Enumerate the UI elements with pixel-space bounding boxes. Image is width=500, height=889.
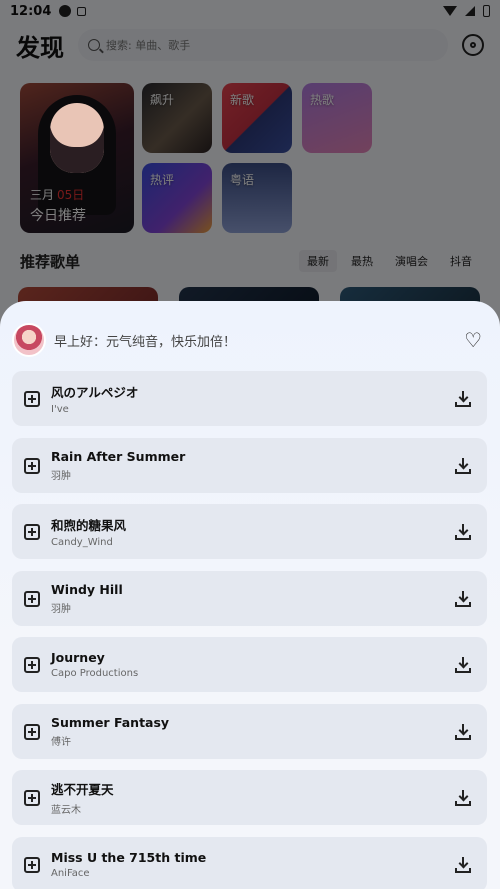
cover-face-art — [50, 103, 104, 173]
song-title: 风のアルペジオ — [51, 385, 139, 400]
song-artist: Capo Productions — [51, 668, 139, 679]
heart-icon[interactable]: ♡ — [464, 330, 482, 350]
download-icon[interactable] — [455, 523, 471, 540]
add-to-queue-icon[interactable] — [24, 523, 40, 540]
playlist-sheet: 早上好：元气纯音，快乐加倍！ ♡ 风のアルペジオ I've Rain After … — [0, 301, 500, 889]
song-title: Rain After Summer — [51, 449, 186, 464]
song-row[interactable]: 风のアルペジオ I've — [12, 371, 487, 426]
download-icon[interactable] — [455, 723, 471, 740]
sheet-header: 早上好：元气纯音，快乐加倍！ ♡ — [12, 323, 488, 357]
add-to-queue-icon[interactable] — [24, 856, 40, 873]
add-to-queue-icon[interactable] — [24, 390, 40, 407]
download-icon[interactable] — [455, 789, 471, 806]
download-icon[interactable] — [455, 457, 471, 474]
add-to-queue-icon[interactable] — [24, 789, 40, 806]
song-row[interactable]: 逃不开夏天 蓝云木 — [12, 770, 487, 825]
download-icon[interactable] — [455, 856, 471, 873]
download-icon[interactable] — [455, 590, 471, 607]
add-to-queue-icon[interactable] — [24, 656, 40, 673]
song-title: Summer Fantasy — [51, 715, 170, 730]
song-artist: 羽肿 — [51, 471, 71, 482]
song-artist: I've — [51, 404, 69, 415]
greeting-text: 早上好：元气纯音，快乐加倍！ — [54, 334, 237, 350]
song-artist: 傅许 — [51, 737, 71, 748]
add-to-queue-icon[interactable] — [24, 590, 40, 607]
song-row[interactable]: Rain After Summer 羽肿 — [12, 438, 487, 493]
song-artist: Candy_Wind — [51, 537, 113, 548]
song-row[interactable]: Journey Capo Productions — [12, 637, 487, 692]
avatar — [12, 323, 46, 357]
song-title: Miss U the 715th time — [51, 850, 207, 865]
song-title: Windy Hill — [51, 582, 123, 597]
song-artist: 蓝云木 — [51, 805, 81, 816]
song-artist: 羽肿 — [51, 604, 71, 615]
song-title: 和煦的糖果风 — [51, 518, 127, 533]
download-icon[interactable] — [455, 390, 471, 407]
song-row[interactable]: Windy Hill 羽肿 — [12, 571, 487, 626]
add-to-queue-icon[interactable] — [24, 723, 40, 740]
add-to-queue-icon[interactable] — [24, 457, 40, 474]
song-row[interactable]: 和煦的糖果风 Candy_Wind — [12, 504, 487, 559]
song-row[interactable]: Miss U the 715th time AniFace — [12, 837, 487, 889]
song-row[interactable]: Summer Fantasy 傅许 — [12, 704, 487, 759]
song-artist: AniFace — [51, 868, 90, 879]
song-title: Journey — [51, 650, 105, 665]
download-icon[interactable] — [455, 656, 471, 673]
song-title: 逃不开夏天 — [51, 782, 114, 797]
